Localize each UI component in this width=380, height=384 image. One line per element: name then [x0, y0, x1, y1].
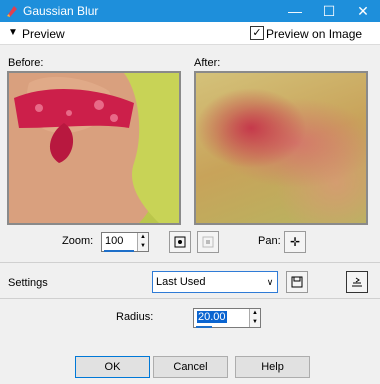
radius-value[interactable]: 20.00	[197, 311, 227, 323]
zoom-underline	[104, 250, 134, 252]
preview-on-image-checkbox[interactable]: ✓	[250, 26, 264, 40]
zoom-label: Zoom:	[62, 235, 94, 247]
help-button[interactable]: Help	[235, 356, 310, 378]
save-icon	[291, 276, 303, 288]
preview-header: ▼ Preview ✓ Preview on Image	[0, 22, 380, 45]
radius-spinner[interactable]: 20.00 ▲ ▼	[193, 308, 261, 328]
radius-underline	[196, 326, 212, 328]
minimize-button[interactable]: —	[278, 0, 312, 22]
preview-section-label[interactable]: Preview	[22, 27, 65, 41]
radius-spin-arrows-icon[interactable]: ▲ ▼	[249, 309, 260, 327]
pan-label: Pan:	[258, 235, 281, 247]
save-preset-button[interactable]	[286, 271, 308, 293]
chevron-down-icon[interactable]: ∨	[263, 272, 277, 292]
window-title: Gaussian Blur	[23, 4, 99, 18]
preview-on-image-label[interactable]: Preview on Image	[266, 27, 362, 41]
collapse-arrow-icon[interactable]: ▼	[8, 27, 18, 38]
settings-label: Settings	[8, 277, 48, 289]
divider	[0, 298, 380, 299]
before-label: Before:	[8, 57, 44, 69]
zoom-fit-icon	[174, 236, 186, 248]
reset-icon	[352, 277, 362, 287]
zoom-spin-arrows-icon[interactable]: ▲ ▼	[137, 233, 148, 251]
after-preview-image[interactable]	[194, 71, 368, 225]
zoom-to-fit-button[interactable]	[169, 231, 191, 253]
title-bar: Gaussian Blur — ☐ ✕	[0, 0, 380, 22]
zoom-spinner[interactable]: 100 ▲ ▼	[101, 232, 149, 252]
divider	[0, 262, 380, 263]
before-preview-image[interactable]	[7, 71, 181, 225]
reset-button[interactable]	[346, 271, 368, 293]
cancel-button[interactable]: Cancel	[153, 356, 228, 378]
settings-selected-value[interactable]: Last Used	[156, 276, 206, 288]
actual-size-button[interactable]	[197, 231, 219, 253]
app-icon	[7, 6, 17, 17]
settings-dropdown[interactable]: Last Used ∨	[152, 271, 278, 293]
maximize-button[interactable]: ☐	[312, 0, 346, 22]
radius-label: Radius:	[116, 311, 154, 323]
pan-button[interactable]: ✛	[284, 231, 306, 253]
close-button[interactable]: ✕	[346, 0, 380, 22]
actual-size-icon	[202, 236, 214, 248]
after-label: After:	[194, 57, 221, 69]
pan-move-icon: ✛	[289, 235, 301, 249]
ok-button[interactable]: OK	[75, 356, 150, 378]
zoom-value[interactable]: 100	[105, 235, 123, 247]
